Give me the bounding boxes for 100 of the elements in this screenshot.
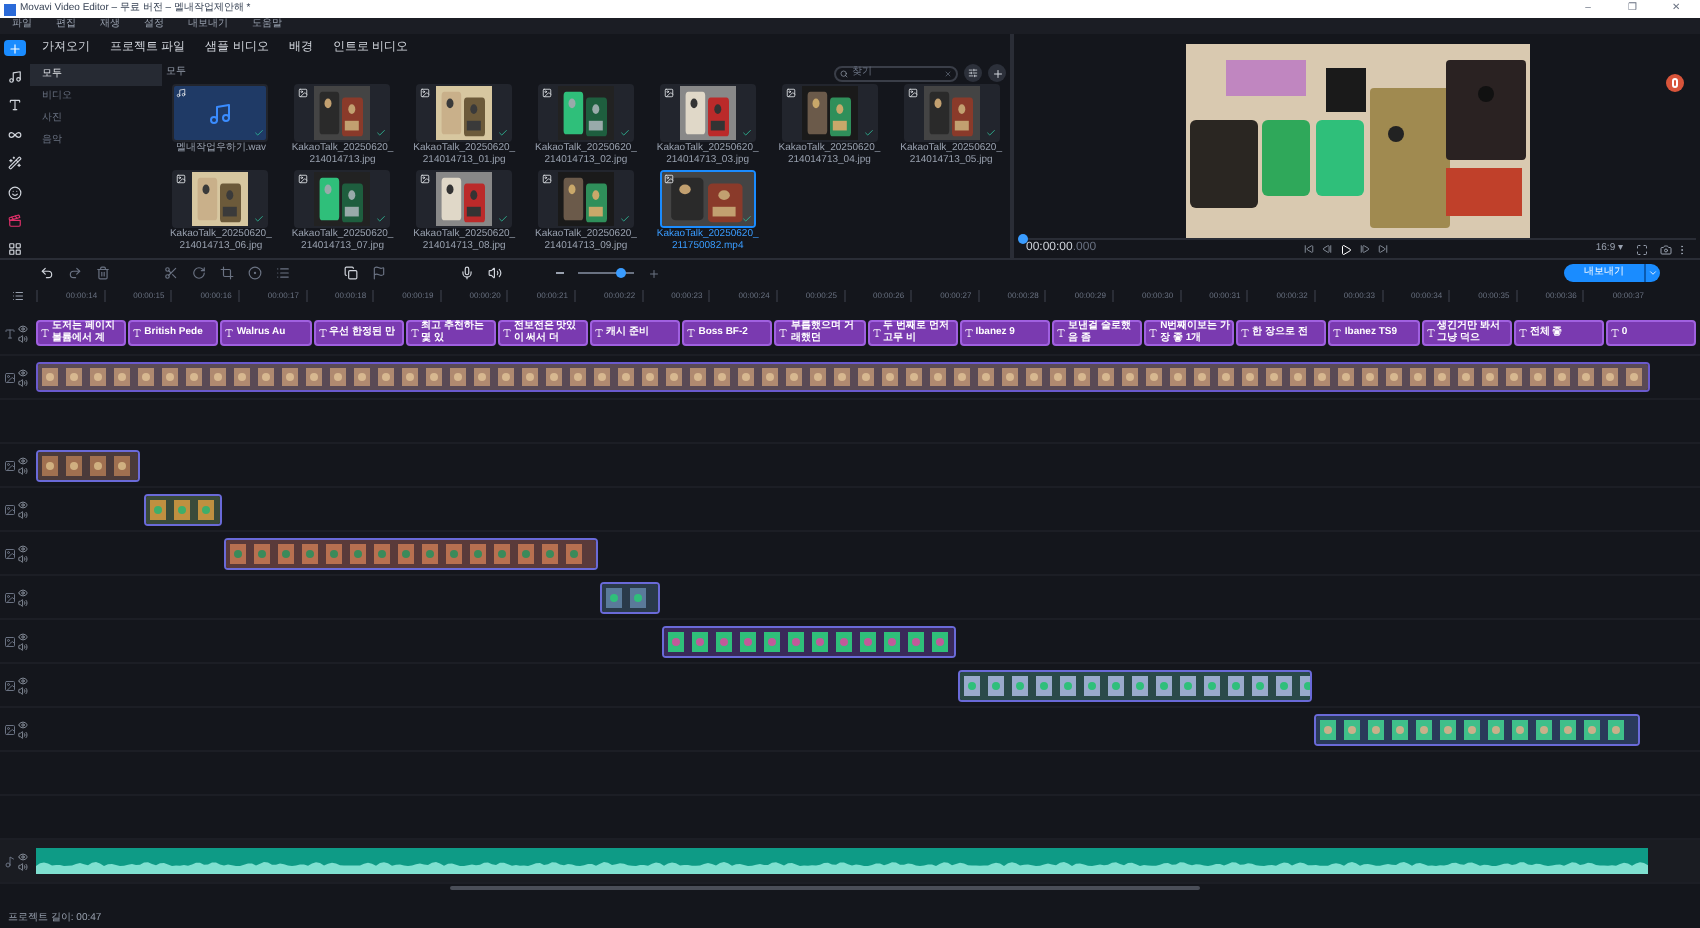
delete-icon[interactable] [96, 266, 110, 280]
media-tile[interactable] [659, 170, 756, 228]
music-tool-icon[interactable] [4, 68, 26, 86]
copy-icon[interactable] [344, 266, 358, 280]
volume-icon[interactable] [18, 465, 28, 475]
image-track-icon [4, 371, 16, 383]
volume-icon[interactable] [18, 729, 28, 739]
play-icon[interactable] [1339, 243, 1352, 255]
video-clip[interactable] [144, 493, 222, 525]
redo-icon[interactable] [68, 266, 82, 280]
visibility-icon[interactable] [18, 455, 28, 465]
app-icon [4, 3, 16, 15]
step-forward-icon[interactable] [1359, 243, 1370, 253]
video-clip[interactable] [36, 449, 140, 481]
media-tile[interactable] [416, 84, 513, 142]
volume-icon[interactable] [18, 333, 28, 343]
zoom-slider-thumb[interactable] [616, 268, 626, 278]
media-tile[interactable] [537, 84, 634, 142]
add-button[interactable] [988, 64, 1006, 82]
media-tile[interactable] [781, 84, 878, 142]
rotate-icon[interactable] [192, 266, 206, 280]
media-tile[interactable] [537, 170, 634, 228]
microphone-icon[interactable] [460, 266, 474, 280]
title-clip-icon [963, 328, 974, 338]
volume-icon[interactable] [18, 861, 28, 871]
media-tile[interactable] [294, 170, 391, 228]
visibility-icon[interactable] [18, 631, 28, 641]
volume-icon[interactable] [18, 377, 28, 387]
step-back-icon[interactable] [1321, 243, 1332, 253]
audio-icon[interactable] [488, 266, 502, 280]
crop-icon[interactable] [220, 266, 234, 280]
skip-forward-icon[interactable] [1377, 243, 1388, 253]
text-track-icon [4, 327, 16, 339]
volume-icon[interactable] [18, 597, 28, 607]
scissors-icon[interactable] [164, 266, 178, 280]
music-track-icon [4, 855, 16, 867]
image-type-icon [541, 88, 552, 98]
title-clip-icon [1240, 328, 1251, 338]
volume-icon[interactable] [18, 641, 28, 651]
help-icon[interactable] [1672, 78, 1678, 88]
image-track-icon [4, 723, 16, 735]
visibility-icon[interactable] [18, 851, 28, 861]
sort-button[interactable] [964, 64, 982, 82]
image-track-icon [4, 679, 16, 691]
record-tool-icon[interactable] [4, 212, 26, 230]
music-note-icon [208, 101, 233, 125]
more-tool-icon[interactable] [4, 241, 26, 258]
track-menu-icon[interactable] [12, 290, 24, 302]
list-icon[interactable] [276, 266, 290, 280]
media-tile[interactable] [172, 170, 269, 228]
playhead[interactable] [1018, 234, 1028, 244]
image-track-icon [4, 635, 16, 647]
added-check-icon [741, 214, 752, 224]
visibility-icon[interactable] [18, 499, 28, 509]
image-type-icon [298, 88, 309, 98]
title-clip-icon [317, 328, 328, 338]
title-clip-icon [1609, 328, 1620, 338]
image-type-icon [298, 174, 309, 184]
media-tile[interactable] [659, 84, 756, 142]
added-check-icon [254, 128, 265, 138]
image-type-icon [176, 174, 187, 184]
stickers-tool-icon[interactable] [4, 183, 26, 201]
image-track-icon [4, 503, 16, 515]
audio-tile[interactable] [172, 84, 269, 142]
volume-icon[interactable] [18, 509, 28, 519]
transitions-tool-icon[interactable] [4, 126, 26, 143]
visibility-icon[interactable] [18, 675, 28, 685]
visibility-icon[interactable] [18, 719, 28, 729]
visibility-icon[interactable] [18, 543, 28, 553]
skip-back-icon[interactable] [1303, 243, 1314, 253]
volume-icon[interactable] [18, 685, 28, 695]
title-clip-icon [778, 328, 789, 338]
plus-icon [991, 67, 1003, 79]
visibility-icon[interactable] [18, 323, 28, 333]
volume-icon[interactable] [18, 553, 28, 563]
image-track-icon [4, 547, 16, 559]
visibility-icon[interactable] [18, 367, 28, 377]
media-tile[interactable] [294, 84, 391, 142]
title-clip-icon [224, 328, 235, 338]
titles-tool-icon[interactable] [4, 97, 26, 115]
undo-icon[interactable] [40, 266, 54, 280]
added-check-icon [985, 128, 996, 138]
zoom-in-icon[interactable] [648, 267, 660, 279]
media-tile[interactable] [416, 170, 513, 228]
search-icon [840, 69, 848, 77]
image-type-icon [663, 174, 674, 184]
video-clip[interactable] [600, 581, 660, 613]
horizontal-scrollbar[interactable] [450, 886, 1200, 890]
flag-icon[interactable] [372, 266, 386, 280]
image-track-icon [4, 459, 16, 471]
filters-tool-icon[interactable] [4, 155, 26, 172]
camera-icon[interactable] [1660, 243, 1672, 255]
added-check-icon [863, 128, 874, 138]
visibility-icon[interactable] [18, 587, 28, 597]
import-tool-icon[interactable] [4, 40, 26, 57]
title-clip-icon [501, 328, 512, 338]
audio-type-icon [176, 88, 187, 98]
color-icon[interactable] [248, 266, 262, 280]
sort-icon [968, 68, 978, 78]
media-tile[interactable] [903, 84, 1000, 142]
